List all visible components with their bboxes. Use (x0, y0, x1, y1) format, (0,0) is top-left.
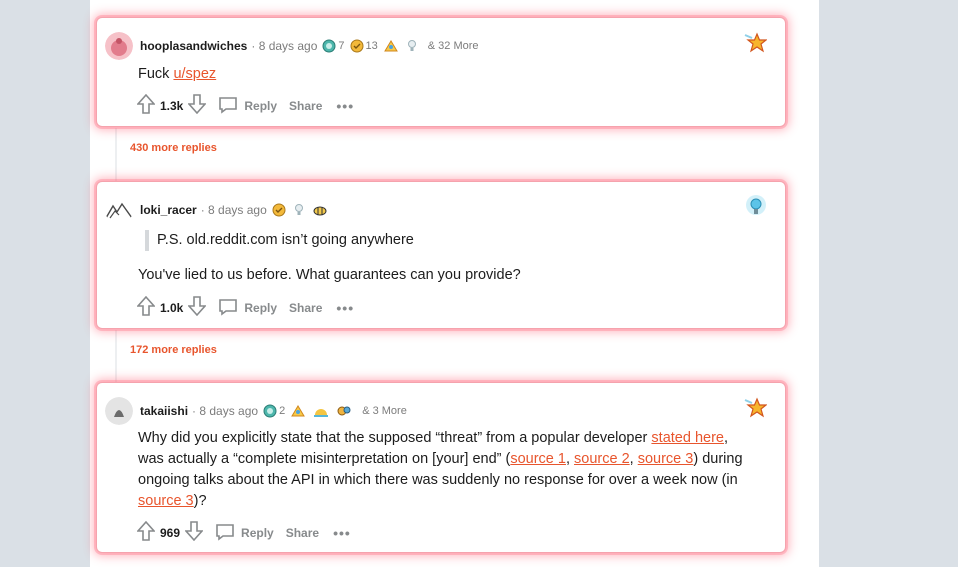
award-count: 2 (279, 405, 286, 417)
comment-actions: 1.0k Reply Share ••• (136, 295, 354, 321)
quote-block: P.S. old.reddit.com isn’t going anywhere (145, 230, 755, 251)
bee-award-icon[interactable] (312, 203, 330, 217)
reply-label: Reply (244, 99, 278, 113)
comment-card: loki_racer · 8 days ago P.S. old.reddit.… (96, 181, 786, 329)
reply-button[interactable]: Reply (218, 298, 277, 319)
source-link[interactable]: source 3 (638, 451, 694, 467)
upvote-arrow-icon[interactable] (136, 520, 156, 546)
vote-score: 969 (160, 526, 181, 540)
lightbulb-award-icon[interactable] (293, 203, 307, 217)
comment-header: loki_racer · 8 days ago (105, 196, 330, 224)
more-options-icon[interactable]: ••• (336, 98, 354, 114)
comment-text: , (629, 451, 638, 467)
upvote-arrow-icon[interactable] (136, 93, 156, 119)
comment-header: hooplasandwiches · 8 days ago 7 13 & 32 … (105, 32, 479, 60)
thread-line[interactable] (115, 128, 117, 181)
more-awards[interactable]: & 32 More (428, 40, 479, 52)
reply-button[interactable]: Reply (218, 96, 277, 117)
gears-award-icon[interactable] (336, 404, 354, 418)
comment-text: , (565, 451, 575, 467)
comment-body: Fuck u/spez (138, 64, 755, 85)
reply-label: Reply (244, 301, 278, 315)
source-link[interactable]: source 3 (138, 493, 194, 509)
thread-line[interactable] (115, 330, 117, 382)
comment-text: )? (193, 493, 207, 509)
downvote-arrow-icon[interactable] (187, 93, 208, 119)
downvote-arrow-icon[interactable] (187, 295, 208, 321)
downvote-arrow-icon[interactable] (184, 520, 204, 546)
username[interactable]: loki_racer (140, 203, 197, 217)
comment-text: Fuck (138, 66, 174, 82)
share-button[interactable]: Share (286, 526, 319, 540)
glowing-lightbulb-award-icon[interactable] (745, 195, 767, 224)
comment-bubble-icon (218, 96, 244, 117)
vote-score: 1.0k (160, 301, 184, 315)
helpful-award-icon[interactable]: 13 (350, 39, 378, 53)
comment-header: takaiishi · 8 days ago 2 & 3 More (105, 397, 407, 425)
reply-label: Reply (241, 526, 274, 540)
user-avatar[interactable] (105, 32, 133, 60)
comment-bubble-icon (215, 523, 241, 544)
comment-actions: 969 Reply Share ••• (136, 520, 351, 546)
timestamp[interactable]: · 8 days ago (201, 203, 267, 217)
rocket-award-icon[interactable] (383, 39, 401, 53)
username[interactable]: takaiishi (140, 404, 188, 418)
more-options-icon[interactable]: ••• (333, 525, 351, 541)
timestamp[interactable]: · 8 days ago (251, 39, 317, 53)
more-awards[interactable]: & 3 More (362, 405, 407, 417)
award-count: 13 (365, 40, 378, 52)
silver-coin-award-icon[interactable]: 7 (322, 39, 345, 53)
comment-card: hooplasandwiches · 8 days ago 7 13 & 32 … (96, 17, 786, 127)
more-replies-link[interactable]: 172 more replies (130, 344, 217, 356)
star-rocket-award-icon[interactable] (743, 31, 768, 58)
share-button[interactable]: Share (289, 99, 322, 113)
timestamp[interactable]: · 8 days ago (192, 404, 258, 418)
vote-score: 1.3k (160, 99, 184, 113)
rocket-award-icon[interactable] (290, 404, 308, 418)
username[interactable]: hooplasandwiches (140, 39, 247, 53)
sunrise-award-icon[interactable] (313, 404, 331, 418)
award-count: 7 (338, 40, 345, 52)
share-button[interactable]: Share (289, 301, 322, 315)
silver-coin-award-icon[interactable]: 2 (263, 404, 285, 418)
more-replies-link[interactable]: 430 more replies (130, 142, 217, 154)
user-link[interactable]: u/spez (173, 66, 216, 82)
source-link[interactable]: source 1 (510, 451, 566, 467)
more-options-icon[interactable]: ••• (336, 300, 354, 316)
star-rocket-award-icon[interactable] (743, 396, 768, 423)
lightbulb-award-icon[interactable] (406, 39, 420, 53)
source-link[interactable]: source 2 (574, 451, 630, 467)
user-avatar[interactable] (105, 196, 133, 224)
comment-actions: 1.3k Reply Share ••• (136, 93, 354, 119)
source-link[interactable]: stated here (651, 430, 724, 446)
comment-text: You've lied to us before. What guarantee… (138, 267, 521, 283)
comment-body: Why did you explicitly state that the su… (138, 428, 755, 512)
helpful-award-icon[interactable] (272, 203, 288, 217)
comment-bubble-icon (218, 298, 244, 319)
comment-card: takaiishi · 8 days ago 2 & 3 More Why di… (96, 382, 786, 553)
comment-body: P.S. old.reddit.com isn’t going anywhere… (138, 230, 755, 286)
comment-text: Why did you explicitly state that the su… (138, 430, 652, 446)
reply-button[interactable]: Reply (215, 523, 274, 544)
upvote-arrow-icon[interactable] (136, 295, 156, 321)
user-avatar[interactable] (105, 397, 133, 425)
